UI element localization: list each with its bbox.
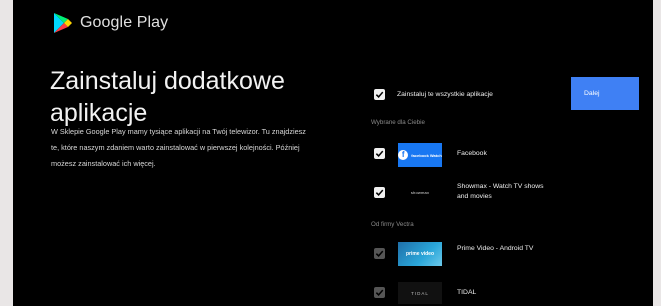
- google-play-logo: Google Play: [53, 12, 168, 34]
- next-button[interactable]: Dalej: [571, 77, 639, 110]
- facebook-icon: f: [398, 150, 409, 160]
- prime-video-thumb-text: prime video: [405, 251, 435, 257]
- page-description: W Sklepie Google Play mamy tysiące aplik…: [51, 127, 306, 168]
- showmax-thumbnail: showmax: [398, 180, 442, 204]
- install-all-label: Zainstaluj te wszystkie aplikacje: [397, 91, 493, 98]
- check-icon: [375, 150, 384, 157]
- app-name-tidal: TIDAL: [457, 289, 477, 296]
- app-name-facebook: Facebook: [457, 150, 487, 157]
- app-checkbox-facebook[interactable]: [374, 148, 385, 159]
- app-name-prime-video: Prime Video - Android TV: [457, 245, 534, 252]
- facebook-thumbnail: f facebook Watch: [398, 143, 442, 167]
- app-checkbox-showmax[interactable]: [374, 187, 385, 198]
- showmax-thumb-text: showmax: [410, 189, 430, 195]
- app-checkbox-prime-video[interactable]: [374, 248, 385, 259]
- page-title: Zainstaluj dodatkowe aplikacje: [50, 66, 285, 127]
- check-icon: [375, 189, 384, 196]
- check-icon: [375, 250, 384, 257]
- logo-text: Google Play: [80, 14, 169, 31]
- app-checkbox-tidal[interactable]: [374, 287, 385, 298]
- section-heading-vectra: Od firmy Vectra: [371, 221, 414, 228]
- prime-video-thumbnail: prime video: [398, 242, 442, 266]
- section-heading-recommended: Wybrane dla Ciebie: [371, 119, 425, 126]
- tidal-thumbnail: TIDAL: [398, 282, 442, 304]
- check-icon: [375, 91, 384, 98]
- tidal-thumb-text: TIDAL: [411, 290, 429, 296]
- google-play-icon: [54, 13, 72, 33]
- install-all-checkbox[interactable]: [374, 89, 385, 100]
- app-name-showmax: Showmax - Watch TV shows and movies: [457, 183, 544, 200]
- setup-screen: Google Play Zainstaluj dodatkowe aplikac…: [13, 0, 653, 306]
- check-icon: [375, 289, 384, 296]
- facebook-thumb-text: facebook Watch: [411, 152, 442, 158]
